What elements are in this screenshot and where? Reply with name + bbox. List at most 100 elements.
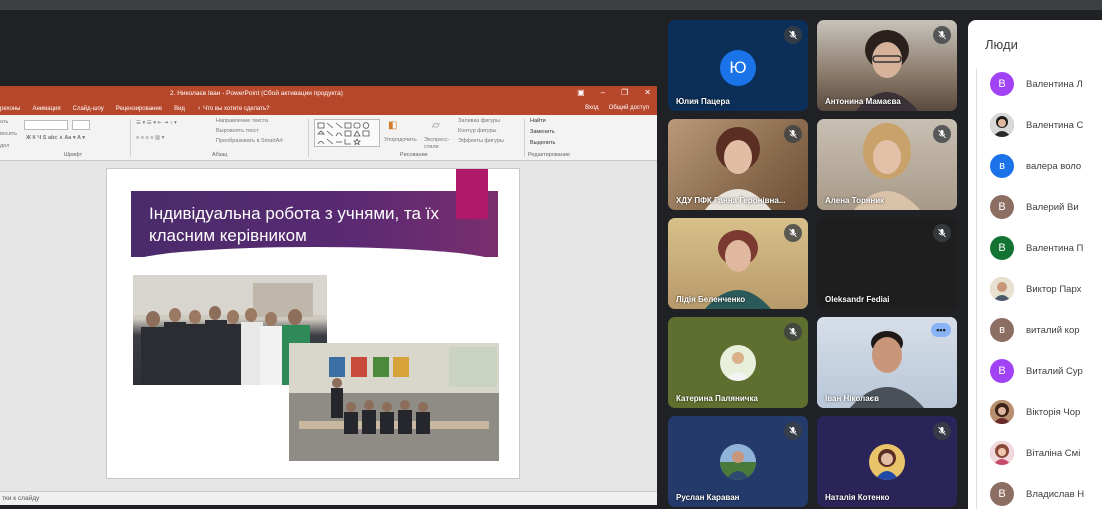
avatar [720, 345, 756, 381]
participant-tile[interactable]: Наталія Котенко [817, 416, 957, 507]
participant-tile[interactable]: Лідія Беленченко [668, 218, 808, 309]
tab-slideshow[interactable]: Слайд-шоу [73, 106, 104, 112]
profile-photo-icon [990, 277, 1014, 301]
quick-styles-button[interactable]: Экспресс-стили [424, 137, 450, 151]
avatar: В [990, 72, 1014, 96]
font-format-icons[interactable]: Ж К Ч S abc ∧ Aa ▾ A ▾ [26, 135, 85, 141]
font-size-box[interactable] [72, 120, 90, 130]
ribbon-left-label-1[interactable]: ать [0, 119, 8, 125]
share-button[interactable]: Общий доступ [609, 105, 649, 111]
ppt-ribbon: ать восить дел Ж К Ч S abc ∧ Aa ▾ A ▾ Шр… [0, 115, 657, 161]
avatar [869, 444, 905, 480]
group-drawing-label: Рисование [400, 152, 428, 158]
people-list-item[interactable]: В Валентина Л [990, 72, 1102, 96]
avatar: В [990, 195, 1014, 219]
arrange-button[interactable]: Упорядочить [384, 137, 417, 143]
slide-title[interactable]: Індивідуальна робота з учнями, та їх кла… [149, 203, 469, 247]
people-list-item[interactable]: в виталий кор [990, 318, 1102, 342]
select-button[interactable]: Выделить [530, 140, 555, 146]
group-editing-label: Редактирование [528, 152, 570, 158]
window-controls: ▣ – ❐ ✕ [577, 88, 651, 97]
participant-name: Наталія Котенко [825, 493, 890, 502]
list-icons[interactable]: ☰ ▾ ☰ ▾ ⇤ ⇥ ↕ ▾ [136, 120, 177, 126]
tab-animation[interactable]: Анимация [32, 106, 60, 112]
replace-button[interactable]: Заменить [530, 129, 555, 135]
more-options-button[interactable]: ••• [931, 323, 951, 337]
ppt-ribbon-tabs: рехоны Анимация Слайд-шоу Рецензирование… [0, 103, 657, 115]
current-slide[interactable]: Індивідуальна робота з учнями, та їх кла… [106, 168, 520, 479]
people-panel: Люди В Валентина Л Валентина С в валера во… [968, 20, 1102, 509]
ppt-account-area: Вход Общий доступ [585, 105, 649, 111]
avatar [990, 277, 1014, 301]
ribbon-left-label-2[interactable]: восить [0, 131, 17, 137]
ribbon-display-icon[interactable]: ▣ [577, 88, 585, 97]
participant-name: Антонина Мамаєва [825, 97, 901, 106]
people-list-item[interactable]: Віталіна Смі [990, 441, 1102, 465]
people-list-item[interactable]: Валентина С [990, 113, 1102, 137]
participant-tile[interactable]: Oleksandr Fediai [817, 218, 957, 309]
ppt-title-bar: 2. Николаєв Іван - PowerPoint (Сбой акти… [0, 86, 657, 103]
group-font-label: Шрифт [64, 152, 83, 158]
people-list-item[interactable]: В Валентина П [990, 236, 1102, 260]
maximize-icon[interactable]: ❐ [621, 88, 628, 97]
participant-tile[interactable]: Антонина Мамаєва [817, 20, 957, 111]
people-list-item[interactable]: В Валерий Ви [990, 195, 1102, 219]
smartart-button[interactable]: Преобразовать в SmartArt [216, 138, 283, 144]
participant-tile[interactable]: Алена Торяник [817, 119, 957, 210]
participant-tile[interactable]: ХДУ ПФК Ганна Геронівна... [668, 119, 808, 210]
shape-fill-button[interactable]: Заливка фигуры [458, 118, 500, 124]
profile-photo-icon [720, 444, 756, 480]
participant-name: Іван Ніколаєв [825, 394, 879, 403]
shape-effects-button[interactable]: Эффекты фигуры [458, 138, 504, 144]
avatar [990, 113, 1014, 137]
mic-off-icon [784, 422, 802, 440]
participant-tile[interactable]: Руслан Караван [668, 416, 808, 507]
people-list-item[interactable]: Виктор Парх [990, 277, 1102, 301]
participant-tile[interactable]: Катерина Паляничка [668, 317, 808, 408]
person-name: Вікторія Чор [1026, 406, 1081, 418]
mic-off-icon [784, 125, 802, 143]
ribbon-left-label-3[interactable]: дел [0, 143, 9, 149]
participant-name: Oleksandr Fediai [825, 295, 890, 304]
participant-tile[interactable]: Ю Юлия Пацера [668, 20, 808, 111]
tell-me-search[interactable]: ♀ Что вы хотите сделать? [197, 106, 270, 112]
person-name: валера воло [1026, 160, 1082, 172]
mic-off-icon [784, 323, 802, 341]
quick-styles-icon: ▱ [432, 120, 440, 131]
shapes-gallery[interactable] [314, 119, 380, 147]
top-strip [0, 0, 1102, 10]
ribbon-separator [308, 119, 309, 157]
people-list-item[interactable]: Вікторія Чор [990, 400, 1102, 424]
slide-editing-area[interactable]: Індивідуальна робота з учнями, та їх кла… [0, 161, 657, 491]
participant-name: Юлия Пацера [676, 97, 730, 106]
font-name-box[interactable] [24, 120, 68, 130]
sign-in-link[interactable]: Вход [585, 105, 599, 111]
find-button[interactable]: Найти [530, 118, 546, 124]
profile-photo-icon [726, 352, 750, 381]
tab-view[interactable]: Вид [174, 106, 185, 112]
align-icons[interactable]: ≡ ≡ ≡ ≡ ▥ ▾ [136, 135, 164, 141]
person-name: виталий кор [1026, 324, 1080, 336]
ppt-status-bar: тки к слайду [0, 491, 657, 505]
person-name: Виктор Парх [1026, 283, 1082, 295]
ribbon-separator [130, 119, 131, 157]
person-name: Валентина С [1026, 119, 1084, 131]
mic-off-icon [933, 125, 951, 143]
people-list-item[interactable]: В Виталий Сур [990, 359, 1102, 383]
participant-name: Катерина Паляничка [676, 394, 758, 403]
text-direction-button[interactable]: Направление текста [216, 118, 268, 124]
people-list-item[interactable]: В Владислав Н [990, 482, 1102, 506]
avatar [990, 400, 1014, 424]
participant-tile-active[interactable]: ••• Іван Ніколаєв [817, 317, 957, 408]
people-list-item[interactable]: в валера воло [990, 154, 1102, 178]
minimize-icon[interactable]: – [601, 88, 605, 97]
tab-review[interactable]: Рецензирование [116, 106, 162, 112]
person-name: Виталий Сур [1026, 365, 1083, 377]
tab-transitions[interactable]: рехоны [0, 106, 20, 112]
person-name: Валентина П [1026, 242, 1084, 254]
shared-screen-powerpoint[interactable]: 2. Николаєв Іван - PowerPoint (Сбой акти… [0, 86, 657, 505]
align-text-button[interactable]: Выровнять текст [216, 128, 259, 134]
shape-outline-button[interactable]: Контур фигуры [458, 128, 496, 134]
close-icon[interactable]: ✕ [644, 88, 651, 97]
person-name: Владислав Н [1026, 488, 1085, 500]
